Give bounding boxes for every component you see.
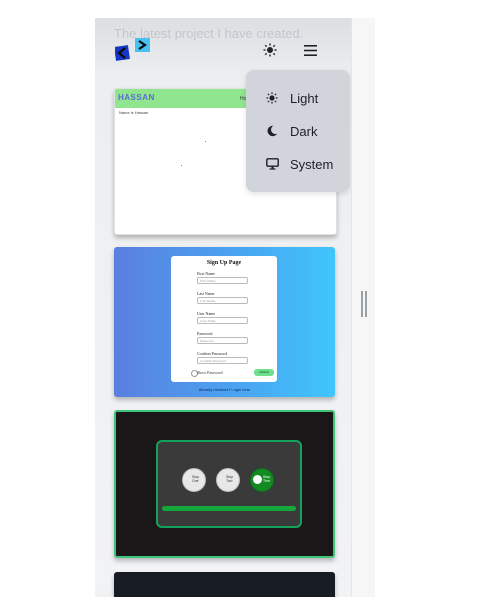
theme-option-light[interactable]: Light [246, 84, 350, 112]
site-brand: HASSAN [118, 93, 155, 102]
field-label: User Name [197, 311, 216, 316]
hamburger-menu-button[interactable] [298, 38, 322, 62]
portfolio-panel: The latest project I have created. HASSA… [95, 18, 351, 597]
theme-dropdown-menu: Light Dark System [246, 70, 350, 192]
form-title: Sign Up Page [206, 260, 242, 266]
field-label: Confirm Password [197, 351, 227, 356]
submit-button: Submit [254, 369, 274, 376]
login-link: Already member? Login here [198, 387, 251, 392]
project-card-dark[interactable] [114, 572, 335, 597]
moon-icon [264, 123, 280, 139]
last-name-input: Last Name [197, 297, 248, 304]
first-name-input: First Name [197, 277, 248, 284]
site-intro-text: Name is Hassan [119, 110, 149, 115]
confirm-password-input: Confirm Password [197, 357, 248, 364]
project-card-stopwatch[interactable]: Stop One Stop Two Stop Thre [114, 410, 335, 558]
stop-three-knob: Stop Thre [250, 468, 274, 492]
show-password-label: Show Password [197, 370, 223, 375]
sun-icon [264, 90, 280, 106]
theme-toggle-button[interactable] [258, 38, 282, 62]
field-label: Last Name [197, 291, 215, 296]
password-input: Password [197, 337, 248, 344]
hamburger-icon [303, 44, 317, 56]
stopwatch-panel: Stop One Stop Two Stop Thre [156, 440, 302, 528]
progress-bar [162, 506, 296, 511]
theme-option-system[interactable]: System [246, 150, 350, 178]
decor-dot [181, 165, 182, 166]
resize-handle[interactable] [361, 291, 367, 317]
signup-form: Sign Up Page First Name First Name Last … [171, 256, 277, 382]
stop-one-knob: Stop One [182, 468, 206, 492]
code-brackets-logo[interactable] [114, 38, 155, 62]
theme-option-label: Light [290, 90, 319, 106]
sun-icon [263, 43, 277, 57]
phone-frame: The latest project I have created. HASSA… [95, 18, 375, 597]
field-label: First Name [197, 271, 215, 276]
field-label: Password [197, 331, 213, 336]
theme-option-label: System [290, 156, 334, 172]
monitor-icon [264, 156, 280, 172]
theme-option-dark[interactable]: Dark [246, 117, 350, 145]
stop-two-knob: Stop Two [216, 468, 240, 492]
project-card-signup[interactable]: Sign Up Page First Name First Name Last … [114, 247, 335, 397]
user-name-input: User Name [197, 317, 248, 324]
theme-option-label: Dark [290, 123, 318, 139]
decor-dot [205, 141, 206, 142]
